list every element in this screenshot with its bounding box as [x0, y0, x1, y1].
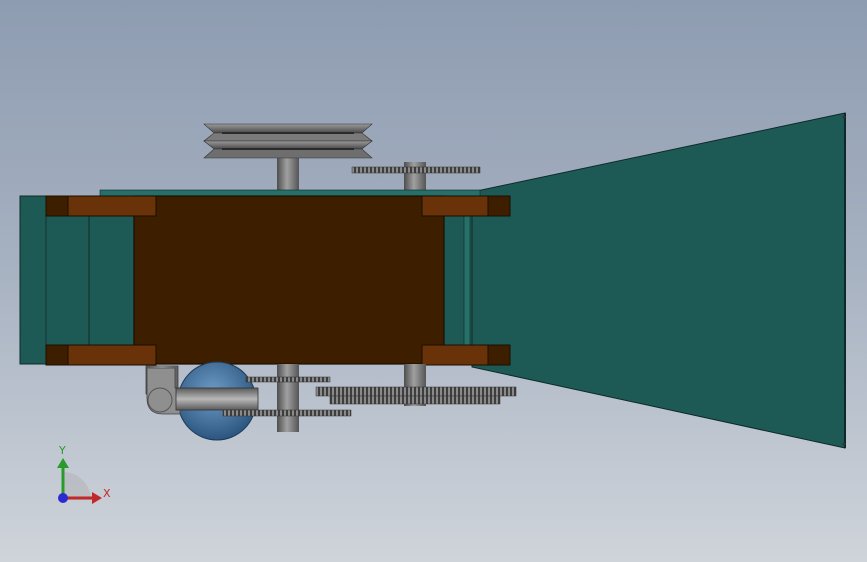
v-belt-pulley[interactable] — [203, 123, 373, 197]
right-housing[interactable] — [443, 195, 473, 365]
left-housing[interactable] — [19, 195, 136, 365]
y-axis-arrow-icon — [57, 458, 69, 468]
x-axis-arrow-icon — [92, 492, 102, 504]
large-gear-lower — [329, 395, 501, 405]
x-axis-label: X — [103, 487, 111, 500]
hopper-funnel[interactable] — [471, 112, 846, 449]
z-axis-dot-icon — [58, 493, 68, 503]
main-body[interactable] — [133, 195, 445, 365]
top-rail — [99, 189, 481, 197]
3d-model-viewport[interactable]: Y X — [0, 0, 867, 562]
coordinate-triad: Y X — [57, 444, 111, 504]
large-gear-upper — [315, 386, 517, 397]
y-axis-label: Y — [58, 444, 66, 457]
lower-shaft-left — [277, 364, 299, 432]
motor-sprocket — [222, 409, 352, 417]
hopper-body — [471, 112, 846, 449]
lower-gear-train[interactable] — [222, 376, 517, 417]
small-sprocket — [245, 376, 331, 383]
